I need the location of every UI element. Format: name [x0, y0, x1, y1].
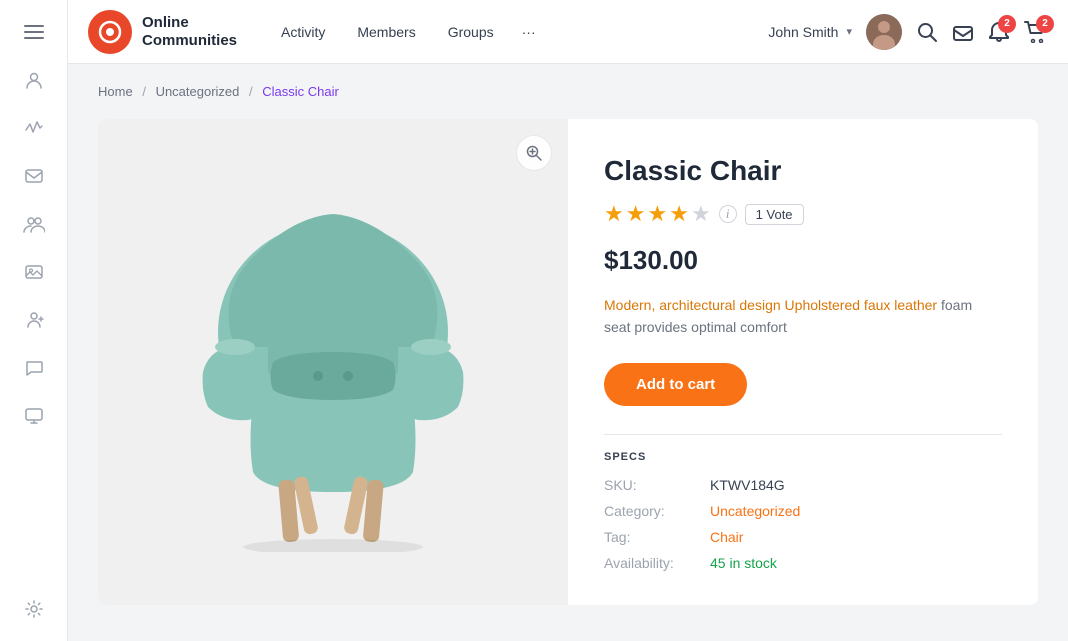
star-rating: ★ ★ ★ ★ ★ [604, 201, 711, 227]
nav-links: Activity Members Groups ··· [267, 16, 768, 48]
group-icon[interactable] [14, 204, 54, 244]
desc-part2: Upholstered faux leather [785, 297, 938, 313]
menu-icon[interactable] [14, 12, 54, 52]
specs-list: SKU: KTWV184G Category: Uncategorized Tag: Ch… [604, 477, 1002, 571]
spec-value: KTWV184G [710, 477, 785, 493]
breadcrumb-current: Classic Chair [262, 84, 339, 99]
zoom-button[interactable] [516, 135, 552, 171]
star-4: ★ [669, 201, 689, 227]
product-description: Modern, architectural design Upholstered… [604, 294, 1002, 339]
breadcrumb-category[interactable]: Uncategorized [156, 84, 240, 99]
spec-value[interactable]: Chair [710, 529, 743, 545]
product-image-container [98, 119, 568, 605]
spec-row: SKU: KTWV184G [604, 477, 1002, 493]
notifications-button[interactable]: 2 [988, 21, 1010, 43]
settings-icon[interactable] [14, 589, 54, 629]
topnav: Online Communities Activity Members Grou… [68, 0, 1068, 64]
activity-icon[interactable] [14, 108, 54, 148]
spec-row: Tag: Chair [604, 529, 1002, 545]
user-icon[interactable] [14, 60, 54, 100]
add-to-cart-button[interactable]: Add to cart [604, 363, 747, 406]
sidebar [0, 0, 68, 641]
main-wrapper: Online Communities Activity Members Grou… [68, 0, 1068, 641]
product-image [173, 172, 493, 552]
logo-area[interactable]: Online Communities [88, 10, 237, 54]
cart-badge: 2 [1036, 15, 1054, 33]
screen-icon[interactable] [14, 396, 54, 436]
spec-label: Availability: [604, 555, 694, 571]
star-2: ★ [626, 201, 646, 227]
breadcrumb-home[interactable]: Home [98, 84, 133, 99]
product-price: $130.00 [604, 245, 1002, 276]
image-icon[interactable] [14, 252, 54, 292]
chat-icon[interactable] [14, 348, 54, 388]
members-icon[interactable] [14, 300, 54, 340]
spec-value: 45 in stock [710, 555, 777, 571]
spec-label: Tag: [604, 529, 694, 545]
spec-row: Availability: 45 in stock [604, 555, 1002, 571]
notifications-badge: 2 [998, 15, 1016, 33]
logo-text: Online Communities [142, 14, 237, 50]
star-1: ★ [604, 201, 624, 227]
chevron-down-icon: ▾ [846, 25, 852, 38]
nav-activity[interactable]: Activity [267, 16, 339, 48]
product-title: Classic Chair [604, 155, 1002, 187]
nav-right: John Smith ▾ [768, 14, 1048, 50]
search-button[interactable] [916, 21, 938, 43]
spec-label: SKU: [604, 477, 694, 493]
star-5: ★ [691, 201, 711, 227]
product-card: Classic Chair ★ ★ ★ ★ ★ i 1 Vote $130.00… [98, 119, 1038, 605]
rating-row: ★ ★ ★ ★ ★ i 1 Vote [604, 201, 1002, 227]
nav-groups[interactable]: Groups [434, 16, 508, 48]
user-menu[interactable]: John Smith ▾ [768, 24, 852, 40]
star-3: ★ [647, 201, 667, 227]
breadcrumb-sep2: / [249, 84, 253, 99]
spec-row: Category: Uncategorized [604, 503, 1002, 519]
desc-part1: Modern, architectural design [604, 297, 781, 313]
specs-section: SPECS SKU: KTWV184G Category: Uncategorized… [604, 434, 1002, 571]
vote-button[interactable]: 1 Vote [745, 204, 804, 225]
mailbox-button[interactable] [952, 21, 974, 43]
breadcrumb: Home / Uncategorized / Classic Chair [98, 84, 1038, 99]
specs-title: SPECS [604, 451, 1002, 463]
logo-icon [88, 10, 132, 54]
user-name: John Smith [768, 24, 838, 40]
nav-more-button[interactable]: ··· [512, 16, 546, 48]
cart-button[interactable]: 2 [1024, 21, 1048, 43]
spec-label: Category: [604, 503, 694, 519]
breadcrumb-sep1: / [142, 84, 146, 99]
avatar[interactable] [866, 14, 902, 50]
spec-value[interactable]: Uncategorized [710, 503, 800, 519]
rating-info-icon[interactable]: i [719, 205, 737, 223]
page-content: Home / Uncategorized / Classic Chair [68, 64, 1068, 641]
avatar-image [866, 14, 902, 50]
product-details: Classic Chair ★ ★ ★ ★ ★ i 1 Vote $130.00… [568, 119, 1038, 605]
nav-members[interactable]: Members [343, 16, 429, 48]
inbox-icon[interactable] [14, 156, 54, 196]
